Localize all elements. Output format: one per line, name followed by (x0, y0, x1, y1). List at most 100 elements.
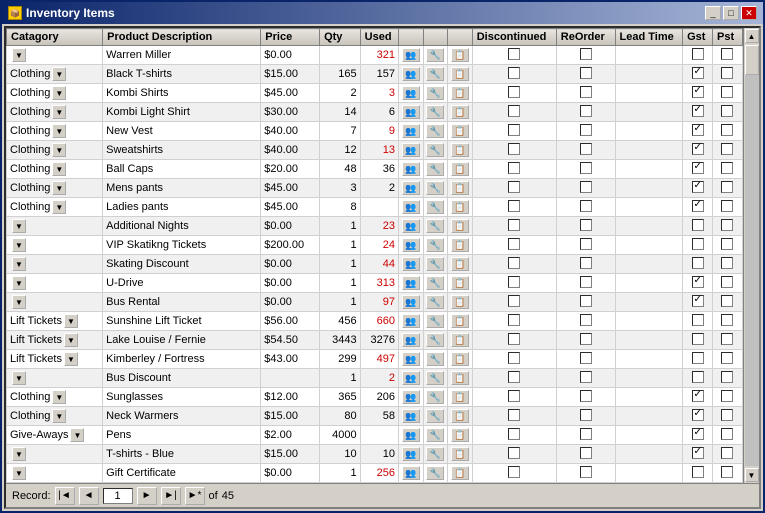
info-icon-btn[interactable]: 📋 (451, 447, 469, 461)
pst-checkbox[interactable] (721, 143, 733, 155)
info-icon-btn[interactable]: 📋 (451, 314, 469, 328)
tools-icon-btn[interactable]: 🔧 (426, 447, 444, 461)
tools-icon-btn[interactable]: 🔧 (426, 48, 444, 62)
info-icon-btn[interactable]: 📋 (451, 105, 469, 119)
discontinued-checkbox[interactable] (508, 466, 520, 478)
tools-icon-btn[interactable]: 🔧 (426, 124, 444, 138)
pst-checkbox[interactable] (721, 86, 733, 98)
tools-icon-btn[interactable]: 🔧 (426, 219, 444, 233)
reorder-checkbox[interactable] (580, 352, 592, 364)
info-icon-btn[interactable]: 📋 (451, 428, 469, 442)
people-icon-btn[interactable]: 👥 (402, 447, 420, 461)
people-icon-btn[interactable]: 👥 (402, 162, 420, 176)
discontinued-checkbox[interactable] (508, 219, 520, 231)
people-icon-btn[interactable]: 👥 (402, 352, 420, 366)
info-icon-btn[interactable]: 📋 (451, 86, 469, 100)
discontinued-checkbox[interactable] (508, 48, 520, 60)
people-icon-btn[interactable]: 👥 (402, 124, 420, 138)
people-icon-btn[interactable]: 👥 (402, 105, 420, 119)
reorder-checkbox[interactable] (580, 105, 592, 117)
info-icon-btn[interactable]: 📋 (451, 333, 469, 347)
pst-checkbox[interactable] (721, 428, 733, 440)
people-icon-btn[interactable]: 👥 (402, 257, 420, 271)
info-icon-btn[interactable]: 📋 (451, 219, 469, 233)
info-icon-btn[interactable]: 📋 (451, 466, 469, 480)
category-dropdown[interactable]: ▼ (12, 238, 26, 252)
discontinued-checkbox[interactable] (508, 162, 520, 174)
pst-checkbox[interactable] (721, 105, 733, 117)
reorder-checkbox[interactable] (580, 48, 592, 60)
discontinued-checkbox[interactable] (508, 67, 520, 79)
discontinued-checkbox[interactable] (508, 447, 520, 459)
reorder-checkbox[interactable] (580, 295, 592, 307)
gst-checkbox[interactable] (692, 466, 704, 478)
gst-checkbox[interactable] (692, 314, 704, 326)
discontinued-checkbox[interactable] (508, 181, 520, 193)
tools-icon-btn[interactable]: 🔧 (426, 371, 444, 385)
people-icon-btn[interactable]: 👥 (402, 143, 420, 157)
pst-checkbox[interactable] (721, 48, 733, 60)
gst-checkbox[interactable] (692, 219, 704, 231)
pst-checkbox[interactable] (721, 314, 733, 326)
info-icon-btn[interactable]: 📋 (451, 276, 469, 290)
pst-checkbox[interactable] (721, 447, 733, 459)
people-icon-btn[interactable]: 👥 (402, 390, 420, 404)
category-dropdown[interactable]: ▼ (52, 124, 66, 138)
people-icon-btn[interactable]: 👥 (402, 200, 420, 214)
tools-icon-btn[interactable]: 🔧 (426, 162, 444, 176)
category-dropdown[interactable]: ▼ (52, 105, 66, 119)
pst-checkbox[interactable] (721, 238, 733, 250)
info-icon-btn[interactable]: 📋 (451, 48, 469, 62)
reorder-checkbox[interactable] (580, 238, 592, 250)
info-icon-btn[interactable]: 📋 (451, 257, 469, 271)
people-icon-btn[interactable]: 👥 (402, 371, 420, 385)
tools-icon-btn[interactable]: 🔧 (426, 143, 444, 157)
info-icon-btn[interactable]: 📋 (451, 352, 469, 366)
gst-checkbox[interactable] (692, 409, 704, 421)
discontinued-checkbox[interactable] (508, 105, 520, 117)
gst-checkbox[interactable] (692, 333, 704, 345)
gst-checkbox[interactable] (692, 200, 704, 212)
reorder-checkbox[interactable] (580, 409, 592, 421)
tools-icon-btn[interactable]: 🔧 (426, 295, 444, 309)
pst-checkbox[interactable] (721, 181, 733, 193)
pst-checkbox[interactable] (721, 371, 733, 383)
tools-icon-btn[interactable]: 🔧 (426, 333, 444, 347)
info-icon-btn[interactable]: 📋 (451, 371, 469, 385)
pst-checkbox[interactable] (721, 352, 733, 364)
tools-icon-btn[interactable]: 🔧 (426, 390, 444, 404)
people-icon-btn[interactable]: 👥 (402, 238, 420, 252)
gst-checkbox[interactable] (692, 162, 704, 174)
people-icon-btn[interactable]: 👥 (402, 276, 420, 290)
category-dropdown[interactable]: ▼ (12, 371, 26, 385)
pst-checkbox[interactable] (721, 390, 733, 402)
category-dropdown[interactable]: ▼ (52, 390, 66, 404)
gst-checkbox[interactable] (692, 371, 704, 383)
pst-checkbox[interactable] (721, 333, 733, 345)
discontinued-checkbox[interactable] (508, 314, 520, 326)
gst-checkbox[interactable] (692, 86, 704, 98)
people-icon-btn[interactable]: 👥 (402, 409, 420, 423)
scrollbar-thumb[interactable] (745, 45, 759, 75)
gst-checkbox[interactable] (692, 276, 704, 288)
tools-icon-btn[interactable]: 🔧 (426, 86, 444, 100)
discontinued-checkbox[interactable] (508, 143, 520, 155)
gst-checkbox[interactable] (692, 67, 704, 79)
reorder-checkbox[interactable] (580, 124, 592, 136)
reorder-checkbox[interactable] (580, 276, 592, 288)
people-icon-btn[interactable]: 👥 (402, 48, 420, 62)
tools-icon-btn[interactable]: 🔧 (426, 314, 444, 328)
tools-icon-btn[interactable]: 🔧 (426, 67, 444, 81)
close-button[interactable]: ✕ (741, 6, 757, 20)
tools-icon-btn[interactable]: 🔧 (426, 409, 444, 423)
category-dropdown[interactable]: ▼ (70, 428, 84, 442)
reorder-checkbox[interactable] (580, 181, 592, 193)
reorder-checkbox[interactable] (580, 371, 592, 383)
tools-icon-btn[interactable]: 🔧 (426, 428, 444, 442)
info-icon-btn[interactable]: 📋 (451, 409, 469, 423)
category-dropdown[interactable]: ▼ (52, 67, 66, 81)
people-icon-btn[interactable]: 👥 (402, 181, 420, 195)
nav-last-button[interactable]: ►| (161, 487, 181, 505)
gst-checkbox[interactable] (692, 181, 704, 193)
discontinued-checkbox[interactable] (508, 257, 520, 269)
